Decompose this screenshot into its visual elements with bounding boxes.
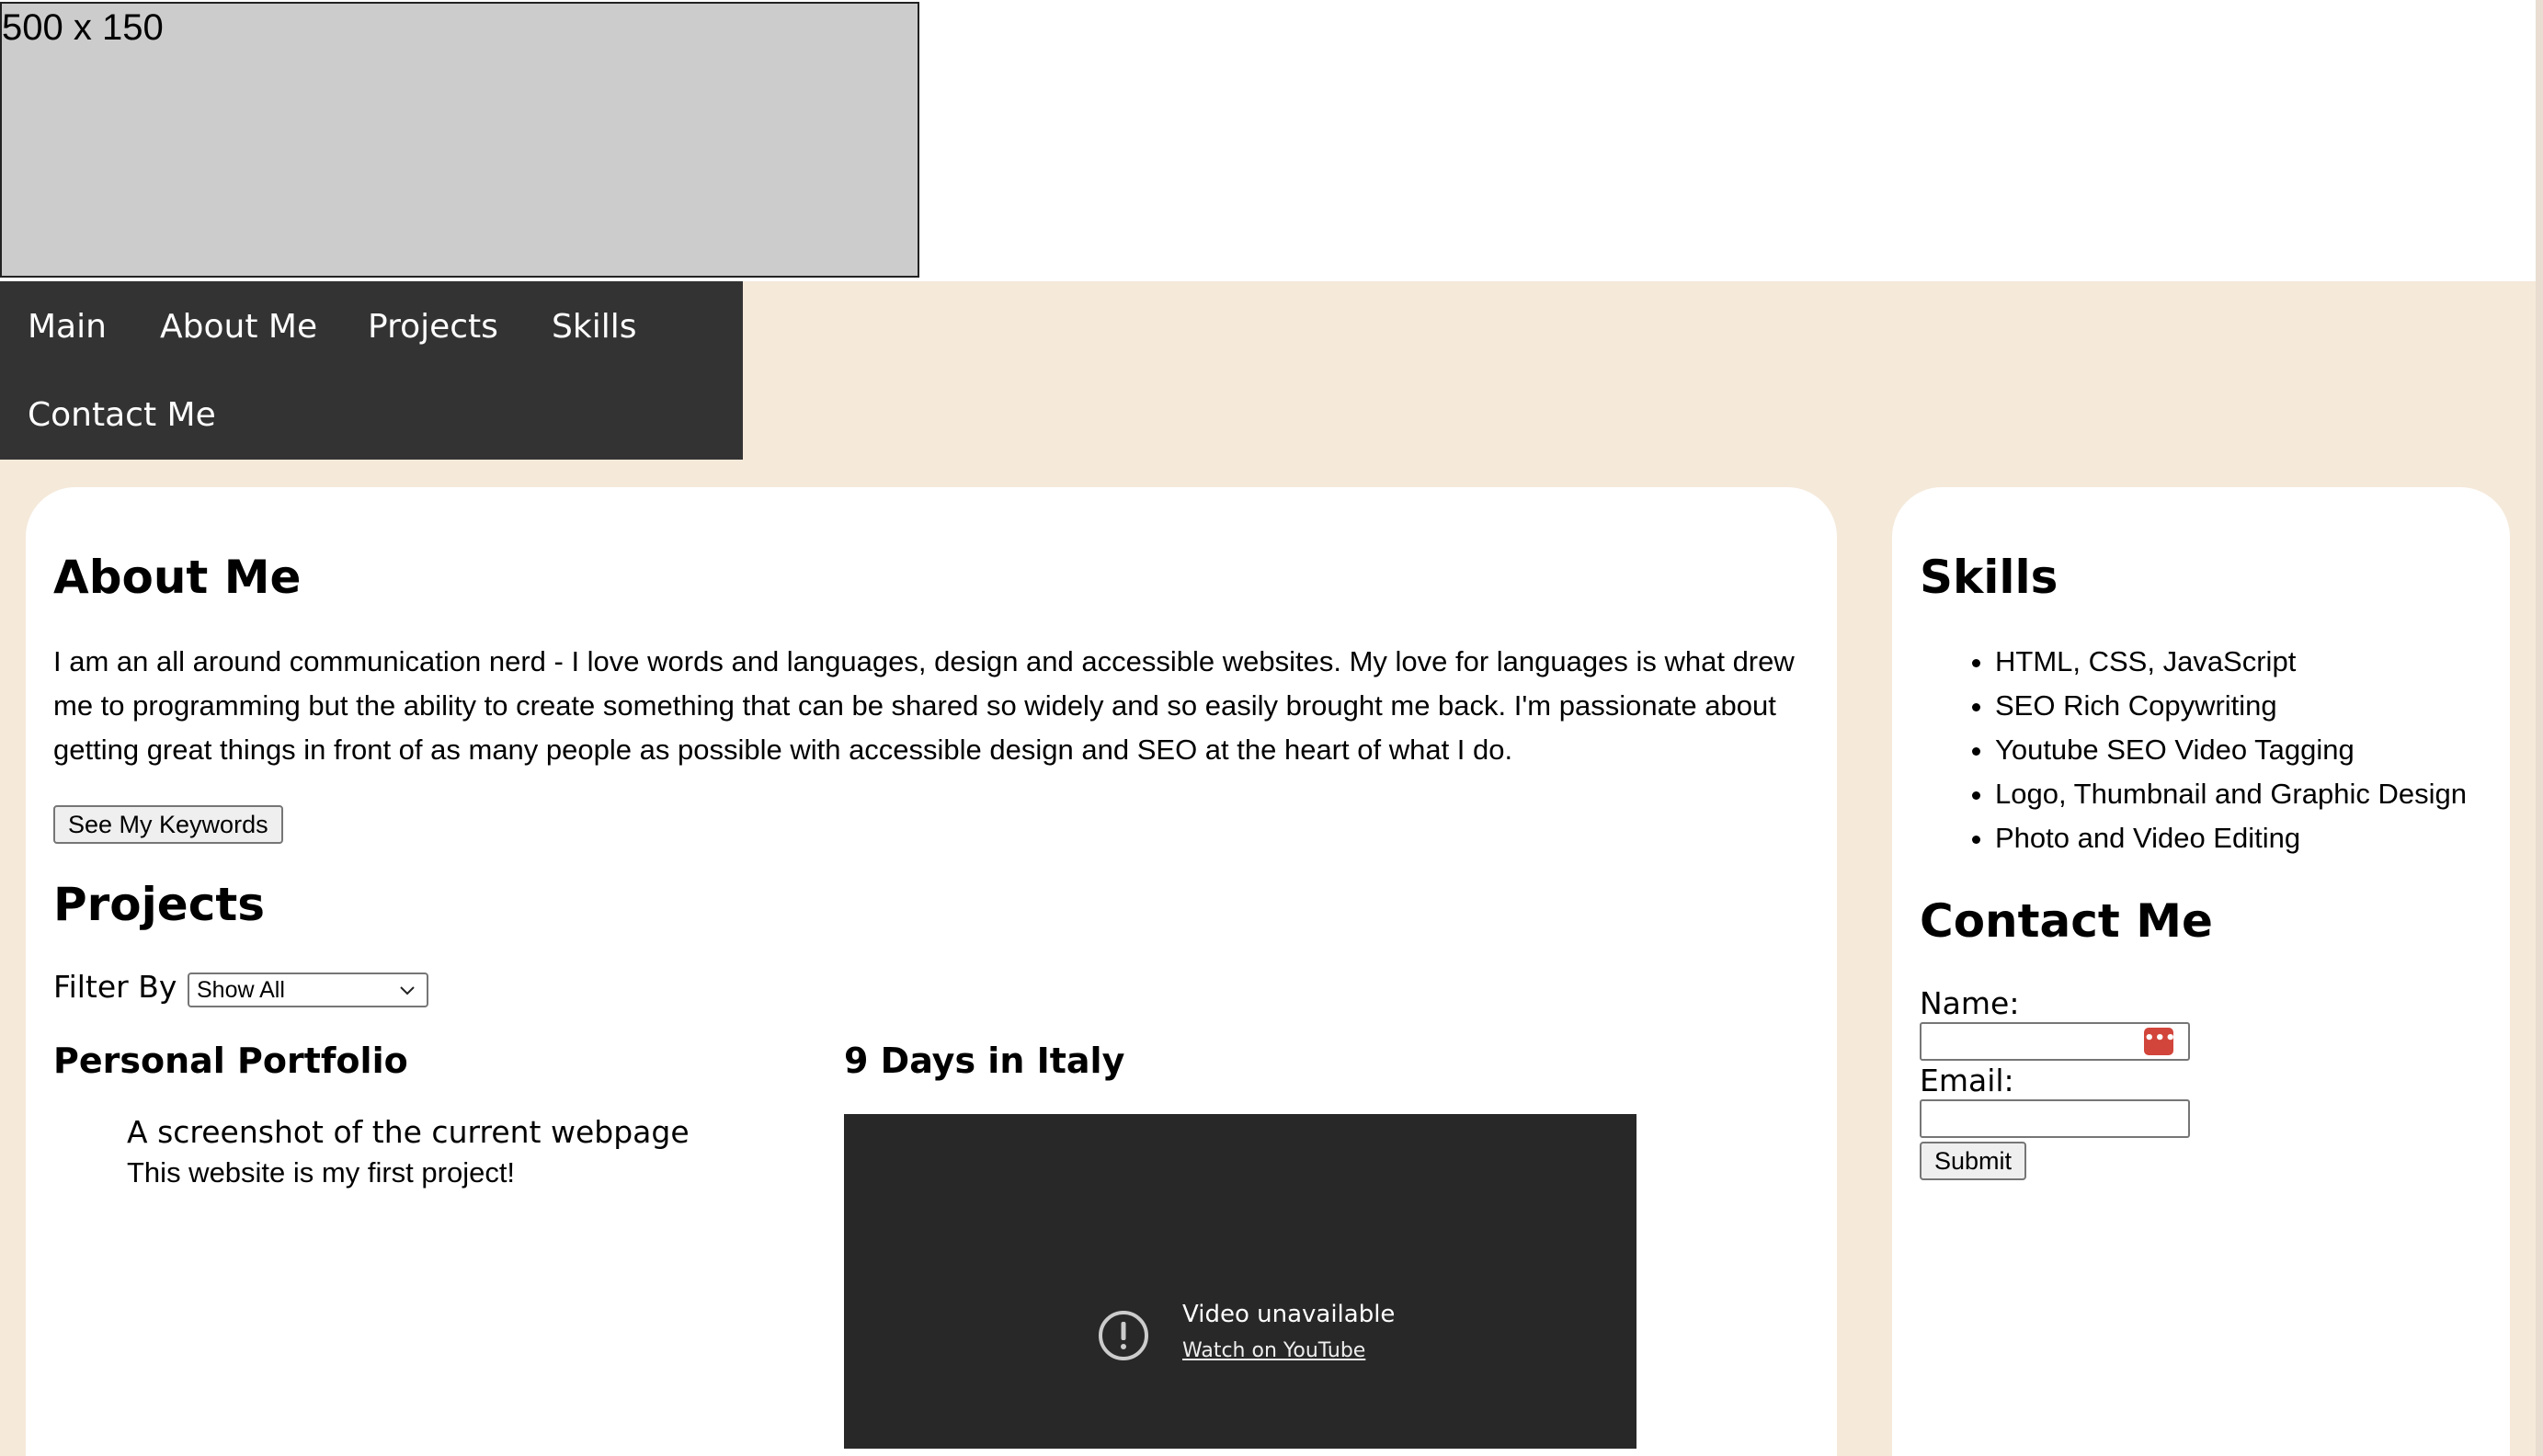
exclamation-circle-icon bbox=[1099, 1311, 1148, 1360]
email-input[interactable] bbox=[1920, 1099, 2190, 1138]
nav-item-skills[interactable]: Skills bbox=[552, 309, 636, 346]
portfolio-caption: This website is my first project! bbox=[127, 1156, 516, 1189]
skill-item: SEO Rich Copywriting bbox=[1995, 684, 2467, 728]
nav-item-projects[interactable]: Projects bbox=[368, 309, 498, 346]
filter-selected-value: Show All bbox=[197, 977, 285, 1003]
portfolio-screenshot-image: A screenshot of the current webpage bbox=[127, 1114, 690, 1151]
about-text: I am an all around communication nerd - … bbox=[53, 645, 1795, 766]
about-heading: About Me bbox=[53, 551, 302, 604]
nav-item-about-me[interactable]: About Me bbox=[160, 309, 317, 346]
filter-select[interactable]: Show All bbox=[188, 973, 428, 1007]
name-input[interactable]: ••• bbox=[1920, 1022, 2190, 1061]
banner-placeholder-text: 500 x 150 bbox=[2, 7, 164, 48]
project-title-italy: 9 Days in Italy bbox=[844, 1041, 1125, 1081]
broken-image-alt-text: A screenshot of the current webpage bbox=[127, 1114, 690, 1150]
skills-heading: Skills bbox=[1920, 551, 2058, 604]
skills-list: HTML, CSS, JavaScript SEO Rich Copywriti… bbox=[1947, 640, 2467, 860]
skill-item: Youtube SEO Video Tagging bbox=[1995, 728, 2467, 772]
email-label: Email: bbox=[1920, 1063, 2014, 1098]
skill-item: Photo and Video Editing bbox=[1995, 816, 2467, 860]
skill-item: Logo, Thumbnail and Graphic Design bbox=[1995, 772, 2467, 816]
password-manager-icon[interactable]: ••• bbox=[2144, 1028, 2176, 1055]
project-title-portfolio: Personal Portfolio bbox=[53, 1041, 408, 1081]
sidebar-card bbox=[1892, 487, 2510, 1456]
watch-on-youtube-link[interactable]: Watch on YouTube bbox=[1182, 1338, 1365, 1364]
see-keywords-button[interactable]: See My Keywords bbox=[53, 805, 283, 844]
projects-heading: Projects bbox=[53, 878, 266, 931]
video-embed[interactable]: Video unavailable Watch on YouTube bbox=[844, 1114, 1636, 1449]
name-label: Name: bbox=[1920, 985, 2020, 1021]
window-edge bbox=[2536, 0, 2543, 1456]
contact-heading: Contact Me bbox=[1920, 894, 2213, 948]
nav-item-main[interactable]: Main bbox=[28, 309, 107, 346]
skill-item: HTML, CSS, JavaScript bbox=[1995, 640, 2467, 684]
filter-label: Filter By bbox=[53, 969, 177, 1005]
video-unavailable-text: Video unavailable bbox=[1182, 1301, 1396, 1328]
chevron-down-icon bbox=[400, 986, 415, 995]
banner-placeholder-image: 500 x 150 bbox=[0, 2, 919, 278]
nav-item-contact-me[interactable]: Contact Me bbox=[28, 397, 216, 434]
submit-button[interactable]: Submit bbox=[1920, 1142, 2027, 1180]
